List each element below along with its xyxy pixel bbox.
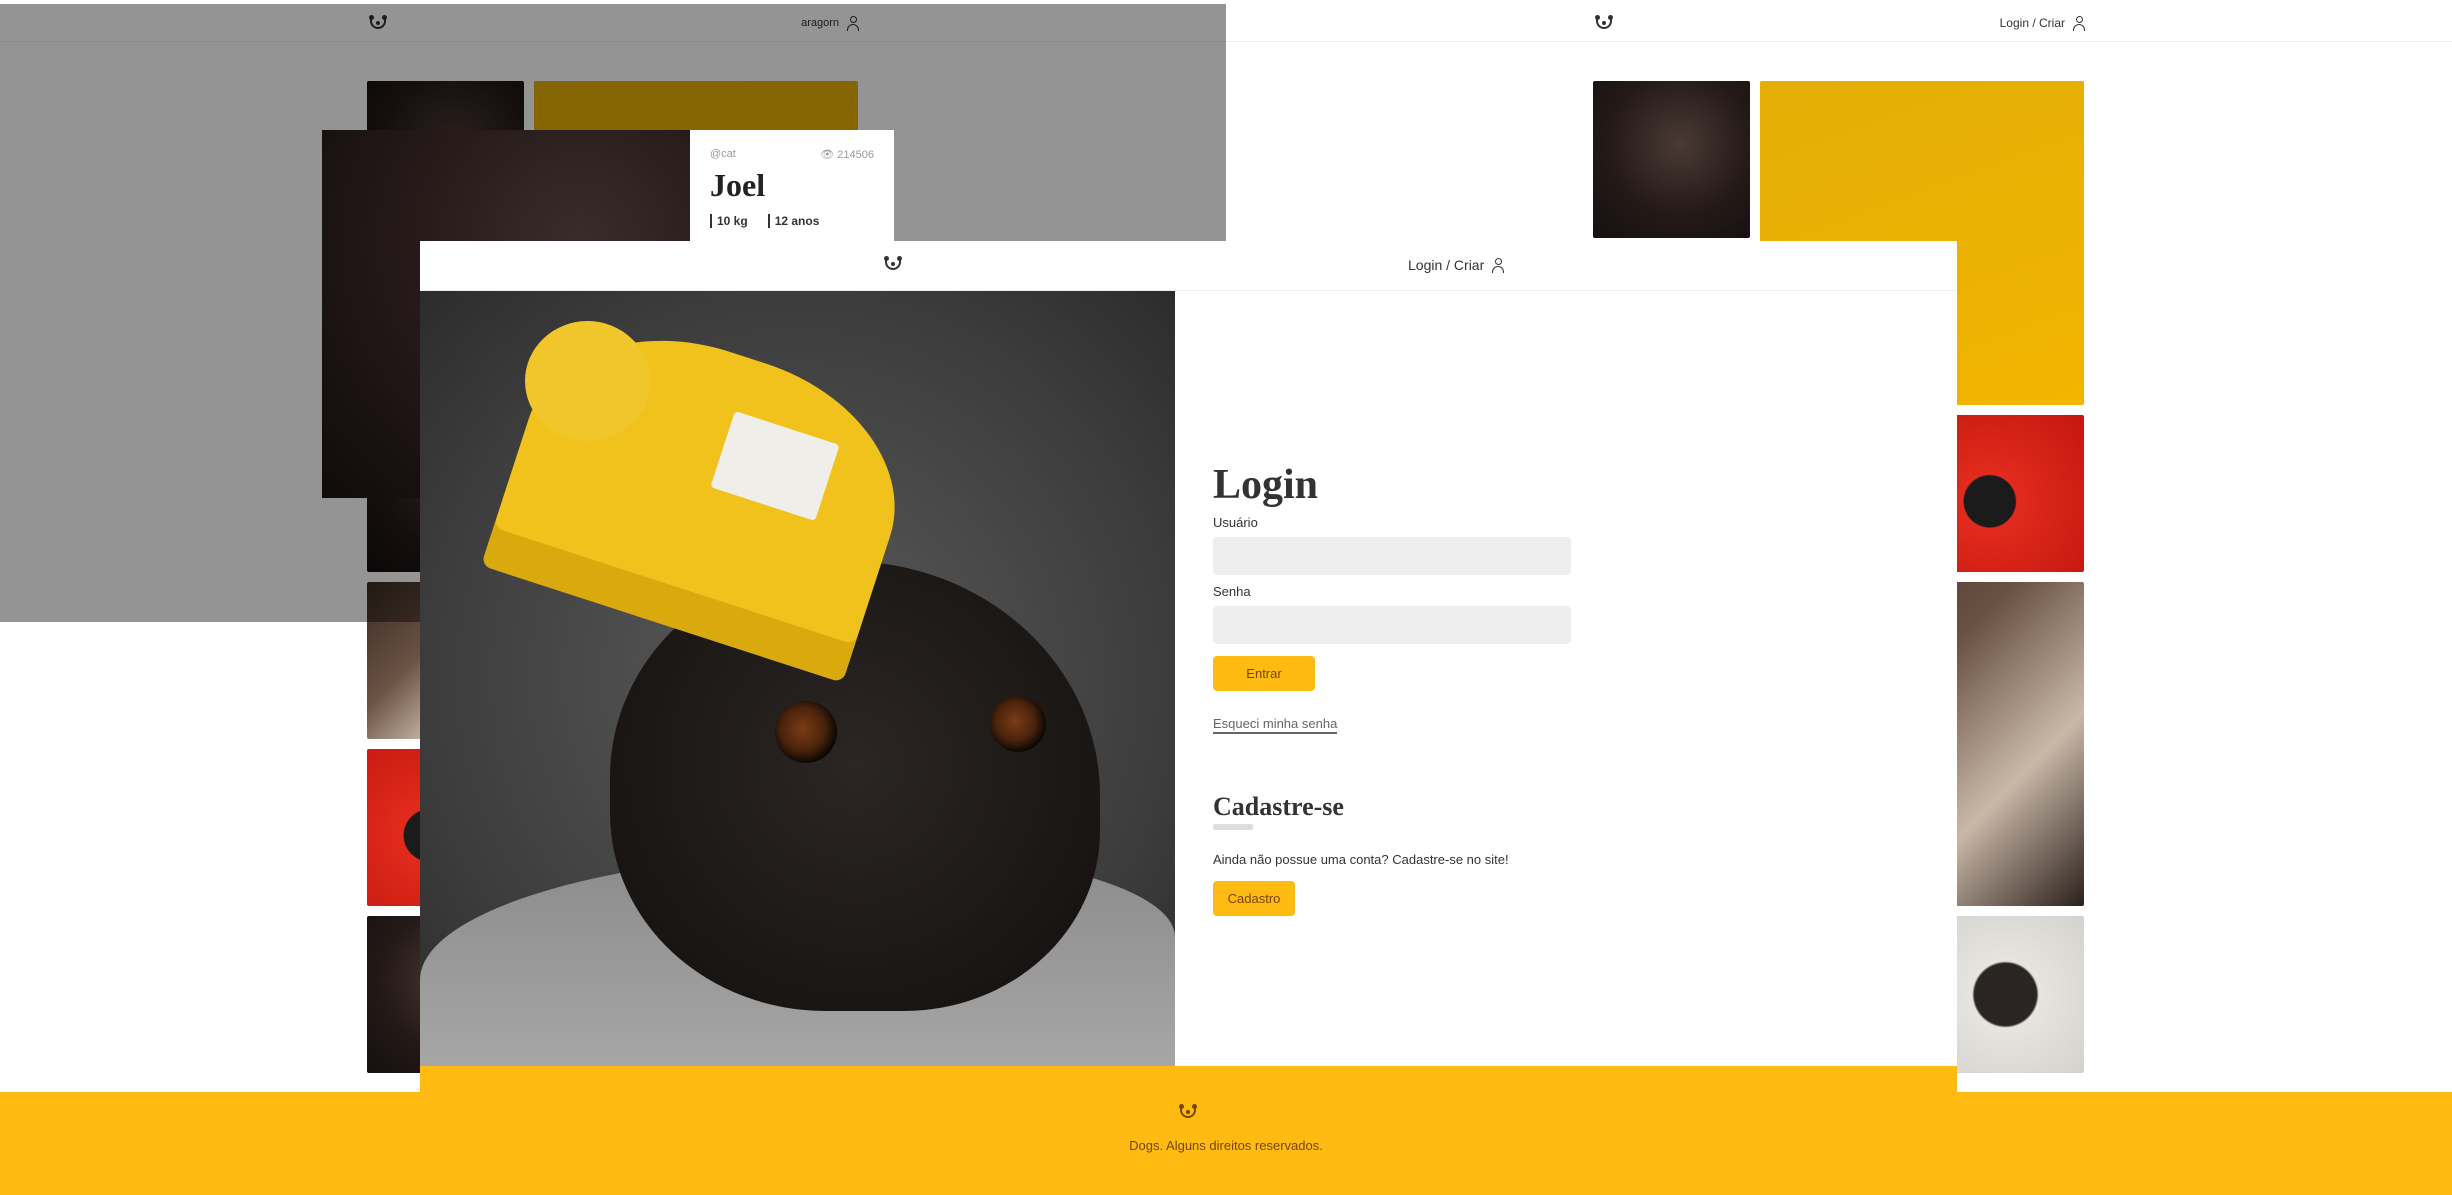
footer-top-band: [420, 1066, 1957, 1092]
photo-eye: [990, 696, 1046, 752]
login-window: Login / Criar Login Usuário Senha Entrar…: [420, 241, 1957, 1092]
login-title: Login: [1208, 461, 1613, 509]
user-icon: [1492, 258, 1505, 273]
modal-age: 12 anos: [767, 214, 819, 228]
header-login-label: Login / Criar: [1999, 15, 2065, 30]
modal-views: 👁︎ 214506: [820, 149, 874, 161]
header-login-label: Login / Criar: [1408, 257, 1485, 273]
main-header: Login / Criar: [420, 241, 1957, 291]
signup-title-underline: [1213, 824, 1253, 830]
username-input[interactable]: [1213, 537, 1571, 575]
password-label: Senha: [1213, 584, 1251, 599]
password-input[interactable]: [1213, 606, 1571, 644]
footer: Dogs. Alguns direitos reservados.: [0, 1092, 2452, 1195]
feed-header: Login / Criar: [1226, 4, 2452, 42]
views-count: 214506: [837, 149, 874, 161]
modal-author-link[interactable]: @cat: [710, 148, 736, 161]
footer-text: Dogs. Alguns direitos reservados.: [1129, 1138, 1323, 1153]
user-icon: [2073, 15, 2085, 31]
header-login-link[interactable]: Login / Criar: [1999, 15, 2085, 31]
username-label: Usuário: [1213, 515, 1258, 530]
dogs-logo-icon[interactable]: [1593, 14, 1615, 31]
signup-text: Ainda não possue uma conta? Cadastre-se …: [1213, 852, 1509, 867]
forgot-password-link[interactable]: Esqueci minha senha: [1213, 716, 1338, 734]
login-hero-photo: [420, 291, 1175, 1066]
login-form: Login Usuário Senha Entrar Esqueci minha…: [1208, 461, 1613, 916]
feed-photo[interactable]: [1593, 81, 1750, 238]
signup-title: Cadastre-se: [1213, 792, 1344, 821]
signup-button[interactable]: Cadastro: [1213, 881, 1295, 916]
modal-weight: 10 kg: [710, 214, 748, 228]
header-login-link[interactable]: Login / Criar: [1408, 257, 1505, 273]
footer-logo-icon: [1177, 1104, 1199, 1120]
dogs-logo-icon[interactable]: [882, 256, 904, 272]
photo-eye: [775, 701, 837, 763]
photo-pompom: [525, 321, 650, 441]
modal-dog-name: Joel: [708, 167, 874, 204]
login-submit-button[interactable]: Entrar: [1213, 656, 1315, 691]
